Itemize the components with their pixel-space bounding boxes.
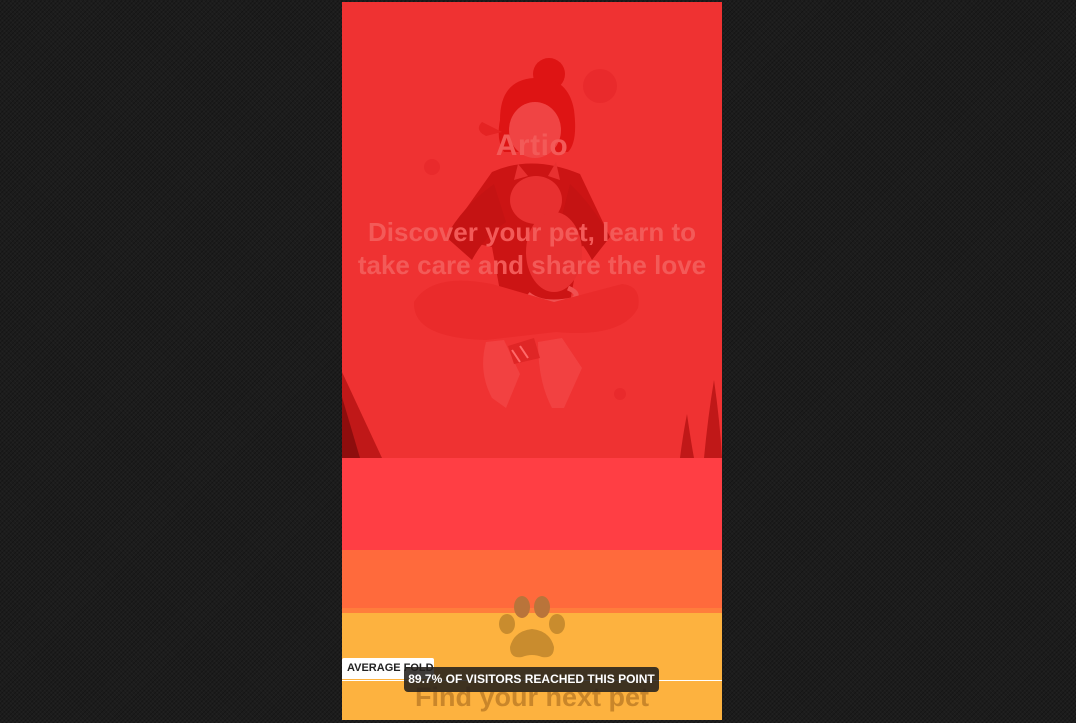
page-preview-frame: Artio Discover your pet, learn to take c… [342, 2, 722, 720]
section-band-red [342, 458, 722, 550]
hero-section: Artio Discover your pet, learn to take c… [342, 2, 722, 458]
visitors-reached-tooltip: 89.7% OF VISITORS REACHED THIS POINT [404, 667, 659, 692]
paw-icon [499, 596, 565, 658]
hero-tagline: Discover your pet, learn to take care an… [357, 217, 707, 280]
brand-title: Artio [495, 129, 569, 162]
